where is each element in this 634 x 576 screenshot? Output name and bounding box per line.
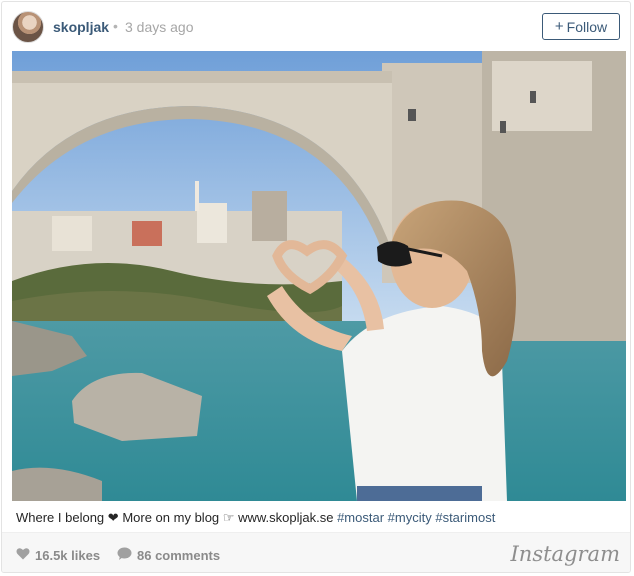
follow-button[interactable]: + Follow [542, 13, 620, 40]
pointing-hand-icon: ☞ [222, 510, 235, 525]
comments-count[interactable]: 86 comments [117, 547, 220, 563]
post-photo[interactable] [12, 51, 626, 501]
hashtag-mostar[interactable]: #mostar [337, 510, 384, 525]
heart-icon [16, 547, 30, 563]
hashtag-starimost[interactable]: #starimost [435, 510, 495, 525]
photo-illustration [12, 51, 626, 501]
instagram-logo[interactable]: Instagram [511, 542, 620, 566]
post-caption: Where I belong ❤ More on my blog ☞ www.s… [16, 510, 495, 526]
instagram-post-card: skopljak • 3 days ago + Follow Where I b… [1, 1, 631, 573]
plus-icon: + [554, 18, 564, 35]
likes-label: 16.5k likes [35, 547, 101, 563]
caption-text: Where I belong [16, 510, 105, 525]
heart-emoji-icon: ❤ [107, 510, 119, 525]
post-header: skopljak • 3 days ago + Follow [2, 2, 630, 50]
post-timestamp[interactable]: 3 days ago [125, 19, 194, 35]
likes-count[interactable]: 16.5k likes [16, 547, 100, 563]
post-footer: 16.5k likes 86 comments Instagram [2, 532, 630, 572]
username-link[interactable]: skopljak [53, 19, 109, 35]
comments-label: 86 comments [137, 547, 221, 563]
comment-icon [117, 547, 132, 563]
follow-label: Follow [566, 18, 608, 35]
caption-blog-text: More on my blog [122, 510, 220, 525]
separator-dot: • [113, 18, 118, 34]
avatar[interactable] [12, 11, 44, 43]
blog-link[interactable]: www.skopljak.se [238, 510, 333, 525]
hashtag-mycity[interactable]: #mycity [388, 510, 432, 525]
